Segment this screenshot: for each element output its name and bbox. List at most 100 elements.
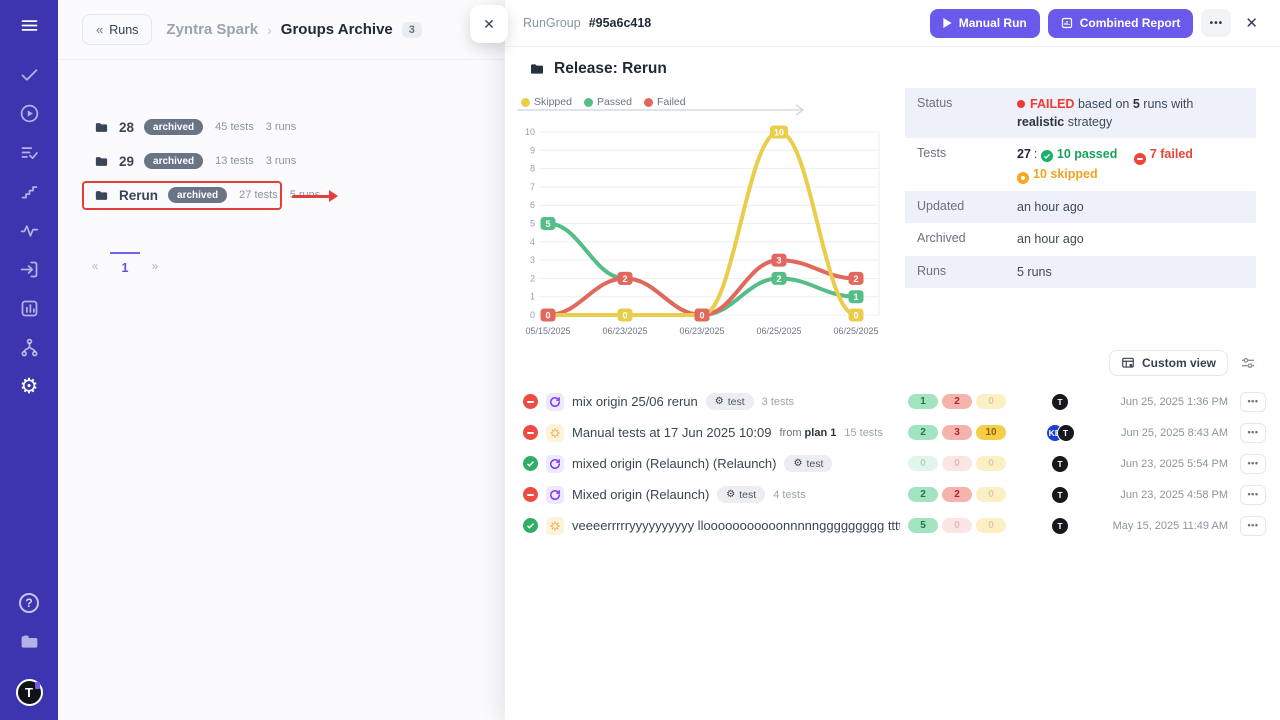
sidebar-item-help[interactable]: ? — [12, 589, 46, 616]
sidebar-item-checkmark[interactable] — [12, 61, 46, 88]
svg-text:06/23/2025: 06/23/2025 — [679, 326, 724, 336]
sidebar-item-test-list[interactable] — [12, 139, 46, 166]
passed-status-icon — [523, 518, 538, 533]
group-runs-count: 3 runs — [266, 155, 297, 167]
svg-text:05/15/2025: 05/15/2025 — [525, 326, 570, 336]
row-more-button[interactable]: ••• — [1240, 392, 1266, 412]
pagination-prev[interactable]: « — [80, 252, 110, 282]
group-tests-count: 45 tests — [215, 121, 254, 133]
svg-text:5: 5 — [530, 219, 535, 229]
sidebar-item-play-circle[interactable] — [12, 100, 46, 127]
row-more-button[interactable]: ••• — [1240, 485, 1266, 505]
run-row[interactable]: veeeerrrrryyyyyyyyyy llooooooooooonnnnng… — [523, 510, 1266, 541]
projects-folder-icon — [19, 631, 40, 652]
tag-badge: ⚙test — [706, 393, 754, 410]
sidebar-item-integrations[interactable] — [12, 334, 46, 361]
pagination-next[interactable]: » — [140, 252, 170, 282]
play-circle-icon — [19, 103, 40, 124]
failed-count-pill: 2 — [942, 394, 972, 409]
svg-text:06/25/2025: 06/25/2025 — [833, 326, 878, 336]
summary-row-status: Status FAILED based on 5 runs with reali… — [905, 88, 1256, 138]
passed-count-pill: 2 — [908, 425, 938, 440]
failed-count-pill: 0 — [942, 518, 972, 533]
back-to-runs-button[interactable]: « Runs — [82, 14, 152, 45]
svg-text:0: 0 — [699, 311, 704, 321]
pagination-page-1[interactable]: 1 — [110, 252, 140, 282]
folder-icon — [529, 61, 545, 77]
failed-minus-icon — [1134, 153, 1146, 165]
sidebar-item-activity[interactable] — [12, 217, 46, 244]
svg-text:0: 0 — [853, 311, 858, 321]
row-more-button[interactable]: ••• — [1240, 423, 1266, 443]
rungroup-title-row: Release: Rerun — [529, 60, 667, 78]
gear-icon: ⚙ — [715, 396, 724, 407]
more-actions-button[interactable]: ••• — [1201, 9, 1231, 37]
custom-view-button[interactable]: Custom view — [1109, 350, 1228, 376]
tag-badge: ⚙test — [784, 455, 832, 472]
combined-report-button[interactable]: Combined Report — [1048, 9, 1194, 38]
run-row[interactable]: mix origin 25/06 rerun⚙test3 tests120TJu… — [523, 386, 1266, 417]
failed-count-pill: 2 — [942, 487, 972, 502]
row-more-button[interactable]: ••• — [1240, 454, 1266, 474]
groups-count-badge: 3 — [402, 22, 422, 38]
run-date: Jun 25, 2025 8:43 AM — [1088, 427, 1228, 439]
avatar: T — [1057, 424, 1075, 442]
row-more-button[interactable]: ••• — [1240, 516, 1266, 536]
passed-count-pill: 2 — [908, 487, 938, 502]
ellipsis-icon: ••• — [1248, 520, 1259, 530]
sidebar: ⚙ ? T — [0, 0, 58, 720]
folder-icon — [94, 120, 109, 135]
test-list-icon — [19, 142, 40, 163]
result-pills: 220 — [908, 487, 1014, 502]
run-avatars: T — [1032, 455, 1088, 473]
rungroup-type-label: RunGroup — [523, 16, 581, 30]
chart-legend: Skipped Passed Failed — [521, 96, 686, 108]
summary-row-archived: Archived an hour ago — [905, 223, 1256, 255]
run-date: May 15, 2025 11:49 AM — [1088, 520, 1228, 532]
line-chart: 01234567891005/15/202506/23/202506/23/20… — [511, 88, 903, 344]
svg-text:10: 10 — [774, 128, 784, 138]
run-row[interactable]: Manual tests at 17 Jun 2025 10:09from pl… — [523, 417, 1266, 448]
run-date: Jun 23, 2025 4:58 PM — [1088, 489, 1228, 501]
svg-text:3: 3 — [530, 255, 535, 265]
close-popup-button[interactable]: ✕ — [470, 5, 508, 43]
failed-count-pill: 3 — [942, 425, 972, 440]
gear-icon: ⚙ — [726, 489, 735, 500]
svg-text:4: 4 — [530, 237, 535, 247]
run-name: veeeerrrrryyyyyyyyyy llooooooooooonnnnng… — [572, 518, 900, 533]
display-settings-icon[interactable] — [1240, 355, 1256, 371]
legend-item-passed[interactable]: Passed — [584, 96, 632, 108]
legend-item-skipped[interactable]: Skipped — [521, 96, 572, 108]
rungroup-drawer: RunGroup #95a6c418 Manual Run Combined R… — [505, 0, 1280, 720]
run-row[interactable]: Mixed origin (Relaunch)⚙test4 tests220TJ… — [523, 479, 1266, 510]
passed-count-pill: 5 — [908, 518, 938, 533]
run-from: from plan 1 — [779, 427, 836, 439]
breadcrumb-separator-icon: › — [267, 22, 272, 38]
manual-run-button[interactable]: Manual Run — [930, 9, 1040, 38]
manual-run-icon — [546, 517, 564, 535]
skipped-count-pill: 0 — [976, 487, 1006, 502]
sidebar-item-import[interactable] — [12, 256, 46, 283]
legend-item-failed[interactable]: Failed — [644, 96, 686, 108]
passed-count-pill: 1 — [908, 394, 938, 409]
folder-icon — [94, 154, 109, 169]
user-avatar[interactable]: T — [16, 679, 43, 706]
svg-text:2: 2 — [776, 274, 781, 284]
reports-icon — [19, 298, 40, 319]
automated-run-icon — [546, 393, 564, 411]
sidebar-item-settings-gear[interactable]: ⚙ — [12, 373, 46, 400]
group-runs-count: 5 runs — [290, 189, 321, 201]
sidebar-item-projects-folder[interactable] — [12, 628, 46, 655]
breadcrumb-project[interactable]: Zyntra Spark — [166, 21, 258, 38]
failed-dot-icon — [1017, 100, 1025, 108]
run-avatars: T — [1032, 393, 1088, 411]
run-row[interactable]: mixed origin (Relaunch) (Relaunch)⚙test0… — [523, 448, 1266, 479]
app-root: ⚙ ? T « Runs Zyntra Spark › Groups Archi… — [0, 0, 1280, 720]
svg-text:3: 3 — [776, 256, 781, 266]
sidebar-item-milestones[interactable] — [12, 178, 46, 205]
table-settings-icon — [1121, 356, 1135, 370]
close-drawer-button[interactable]: ✕ — [1239, 10, 1264, 36]
sidebar-item-menu[interactable] — [12, 12, 46, 39]
run-tests-count: 15 tests — [844, 427, 883, 439]
sidebar-item-reports[interactable] — [12, 295, 46, 322]
